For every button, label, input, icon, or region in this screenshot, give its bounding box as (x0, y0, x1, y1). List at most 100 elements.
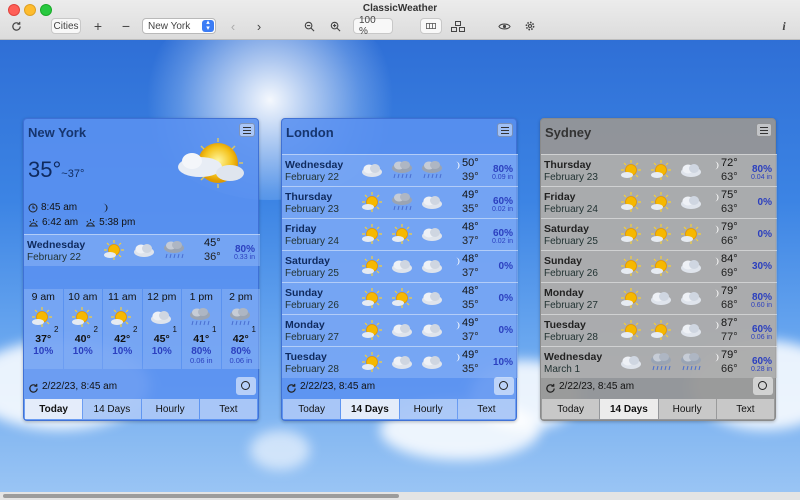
day-row[interactable]: Tuesday February 28 87° 77° 60% 0.06 in (541, 314, 777, 346)
tab-14-days[interactable]: 14 Days (341, 399, 399, 419)
settings-button[interactable] (522, 18, 538, 34)
sun-icon (360, 191, 384, 213)
tab-today[interactable]: Today (542, 399, 600, 419)
stack-layout-button[interactable] (450, 18, 466, 34)
scrollbar-thumb[interactable] (3, 494, 399, 498)
panel-menu-button[interactable] (239, 123, 255, 137)
panel-menu-button[interactable] (756, 123, 772, 137)
day-row[interactable]: Wednesday February 22 50° 39° 80% 0.09 in (282, 154, 518, 186)
panel-footer: 2/22/23, 8:45 am (282, 377, 518, 397)
gear-icon (525, 21, 535, 31)
hour-label: 2 pm (229, 291, 253, 303)
day-date: February 24 (544, 204, 598, 215)
day-name: Tuesday (285, 351, 327, 363)
zoom-in-button[interactable] (328, 18, 342, 34)
add-city-button[interactable]: + (91, 18, 105, 34)
moon-icon (713, 221, 719, 234)
horizontal-scrollbar[interactable] (0, 492, 800, 500)
tab-14-days[interactable]: 14 Days (600, 399, 658, 419)
hour-cell[interactable]: 12 pm 1 45° 10% (142, 289, 181, 369)
zoom-out-button[interactable] (302, 18, 316, 34)
day-row[interactable]: Saturday February 25 79° 66° 0% (541, 218, 777, 250)
day-row[interactable]: Sunday February 26 48° 35° 0% (282, 282, 518, 314)
refresh-button[interactable] (28, 381, 39, 399)
hour-precip-chance: 10% (151, 346, 172, 357)
rain-icon (679, 351, 703, 373)
location-button[interactable] (753, 377, 773, 395)
window-title: ClassicWeather (362, 3, 438, 14)
reload-button[interactable] (8, 18, 24, 34)
low-temperature: 36° (204, 251, 221, 263)
day-row[interactable]: Wednesday February 22 45° 36° 80% 0.33 in (24, 234, 260, 266)
tab-14-days[interactable]: 14 Days (83, 399, 141, 419)
high-temperature: 75° (721, 189, 738, 201)
day-row[interactable]: Thursday February 23 49° 35° 60% 0.02 in (282, 186, 518, 218)
columns-icon (426, 23, 436, 29)
day-name: Friday (285, 223, 317, 235)
location-button[interactable] (494, 377, 514, 395)
back-button[interactable]: ‹ (227, 18, 239, 34)
local-time: 8:45 am (28, 202, 108, 213)
tab-hourly[interactable]: Hourly (399, 399, 457, 419)
day-row[interactable]: Friday February 24 48° 37° 60% 0.02 in (282, 218, 518, 250)
rain-icon (188, 306, 212, 333)
tab-today[interactable]: Today (25, 399, 83, 419)
location-button[interactable] (236, 377, 256, 395)
hour-temperature: 45° (153, 333, 170, 345)
refresh-button[interactable] (286, 381, 297, 399)
moon-icon (713, 157, 719, 170)
remove-city-button[interactable]: − (119, 18, 133, 34)
day-row[interactable]: Saturday February 25 48° 37° 0% (282, 250, 518, 282)
updated-timestamp: 2/22/23, 8:45 am (300, 381, 376, 392)
sun-icon (679, 223, 703, 245)
day-row[interactable]: Monday February 27 79° 68° 80% 0.60 in (541, 282, 777, 314)
tab-hourly[interactable]: Hourly (141, 399, 199, 419)
day-row[interactable]: Sunday February 26 84° 69° 30% (541, 250, 777, 282)
hour-cell[interactable]: 2 pm 1 42° 80% 0.06 in (221, 289, 260, 369)
low-temperature: 39° (462, 171, 479, 183)
panel-menu-button[interactable] (497, 123, 513, 137)
hour-cell[interactable]: 10 am 2 40° 10% (63, 289, 102, 369)
rain-icon (390, 159, 414, 181)
high-temperature: 48° (462, 285, 479, 297)
hour-label: 11 am (108, 291, 137, 303)
precip-amount: 0.33 in (233, 254, 255, 261)
panel-layout-button[interactable] (420, 18, 442, 34)
cities-button[interactable]: Cities (51, 18, 81, 34)
sun-icon (649, 159, 673, 181)
day-name: Monday (285, 319, 325, 331)
info-button[interactable]: i (778, 18, 790, 34)
sun-icon (649, 319, 673, 341)
tab-text[interactable]: Text (457, 399, 515, 419)
refresh-button[interactable] (545, 381, 556, 399)
day-row[interactable]: Tuesday February 28 49° 35° 10% (282, 346, 518, 378)
sun-icon (102, 239, 126, 261)
day-row[interactable]: Wednesday March 1 79° 66° 60% 0.28 in (541, 346, 777, 378)
hour-cell[interactable]: 9 am 2 37° 10% (24, 289, 63, 369)
refresh-icon (287, 383, 296, 393)
city-select[interactable]: New York ▴ ▾ (142, 18, 216, 34)
day-row[interactable]: Thursday February 23 72° 63° 80% 0.04 in (541, 154, 777, 186)
day-date: February 26 (285, 300, 339, 311)
tab-hourly[interactable]: Hourly (658, 399, 716, 419)
tab-today[interactable]: Today (283, 399, 341, 419)
tab-text[interactable]: Text (716, 399, 774, 419)
precip-amount: 0.60 in (750, 302, 772, 309)
day-date: February 24 (285, 236, 339, 247)
sun-icon (619, 319, 643, 341)
sun-icon (109, 306, 133, 333)
updated-timestamp: 2/22/23, 8:45 am (42, 381, 118, 392)
hour-cell[interactable]: 1 pm 1 41° 80% 0.06 in (182, 289, 221, 369)
day-row[interactable]: Friday February 24 75° 63° 0% (541, 186, 777, 218)
tab-text[interactable]: Text (199, 399, 257, 419)
forward-button[interactable]: › (253, 18, 265, 34)
zoom-level[interactable]: 100 % (353, 15, 393, 37)
cloud-icon (679, 287, 703, 309)
day-date: March 1 (544, 364, 581, 375)
panel-tabs: Today 14 Days Hourly Text (542, 399, 774, 419)
day-name: Thursday (544, 159, 592, 171)
low-temperature: 69° (721, 267, 738, 279)
visibility-button[interactable] (496, 18, 512, 34)
hour-cell[interactable]: 11 am 2 42° 10% (103, 289, 142, 369)
day-row[interactable]: Monday February 27 49° 37° 0% (282, 314, 518, 346)
